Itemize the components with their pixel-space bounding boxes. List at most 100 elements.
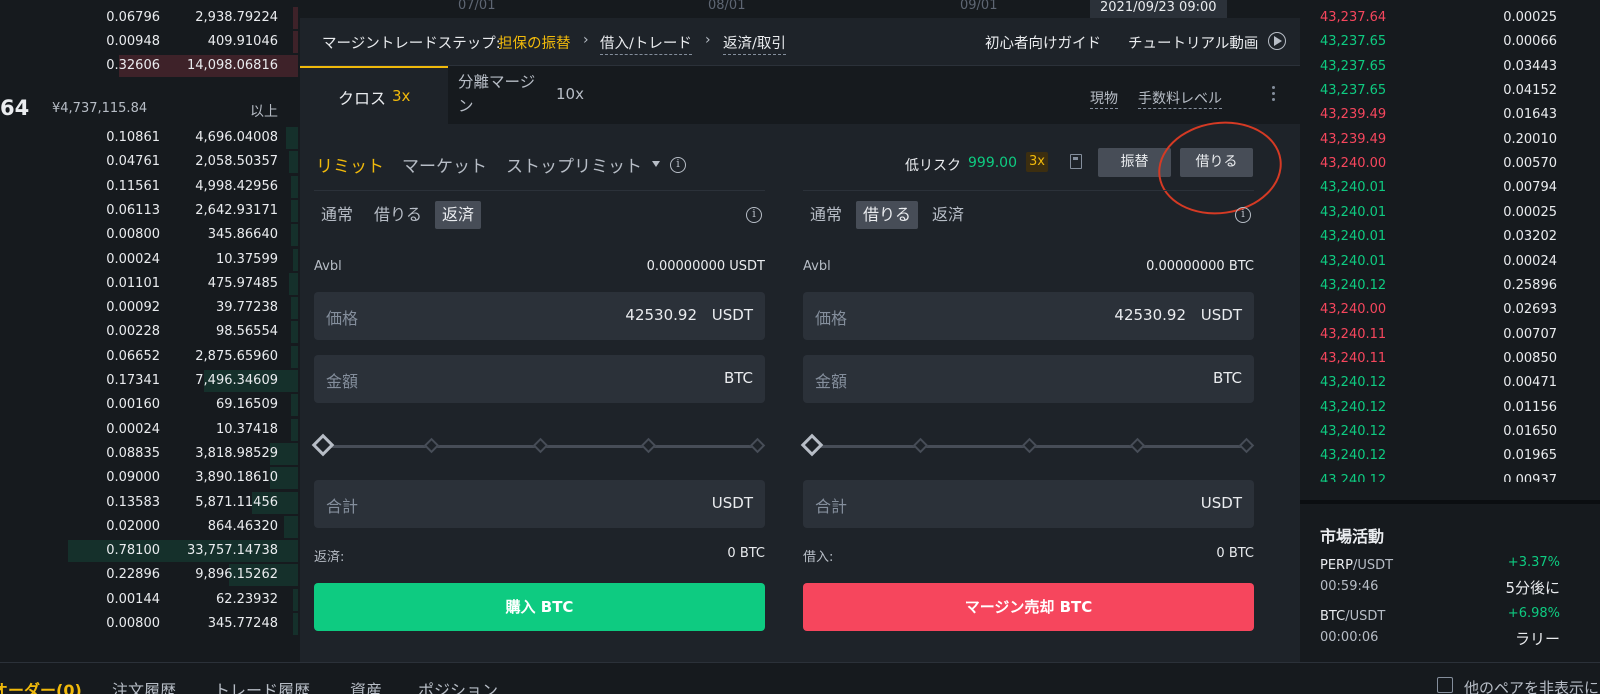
trade-row[interactable]: 43,240.00 0.02693 (1300, 298, 1600, 322)
amount-input[interactable]: 金額 BTC (314, 355, 765, 403)
chevron-down-icon[interactable] (652, 161, 660, 167)
trade-row[interactable]: 43,240.12 0.01156 (1300, 396, 1600, 420)
more-options-icon[interactable] (1272, 86, 1276, 104)
order-book-row[interactable]: 0.32606 14,098.06816 (0, 54, 298, 78)
order-book-mid-price[interactable]: 64 ¥4,737,115.84 以上 (0, 94, 298, 124)
total-input[interactable]: 合計 USDT (314, 480, 765, 528)
more-link[interactable]: 以上 (250, 101, 278, 121)
trade-row[interactable]: 43,240.01 0.00794 (1300, 176, 1600, 200)
trade-row[interactable]: 43,240.12 0.25896 (1300, 274, 1600, 298)
hide-pairs-checkbox[interactable] (1437, 677, 1453, 693)
trade-row[interactable]: 43,240.11 0.00850 (1300, 347, 1600, 371)
calculator-icon[interactable] (1070, 154, 1082, 169)
slider-step[interactable] (912, 437, 929, 454)
step-repay[interactable]: 返済/取引 (723, 32, 786, 55)
trade-row[interactable]: 43,240.12 0.00937 (1300, 469, 1600, 482)
market-activity-item[interactable]: BTC/USDT +6.98% 00:00:06 ラリー (1300, 604, 1600, 654)
amount-slider[interactable] (311, 433, 766, 457)
margin-sell-btc-button[interactable]: マージン売却 BTC (803, 583, 1254, 631)
isolated-leverage[interactable]: 10x (556, 85, 584, 103)
order-book-row[interactable]: 0.10861 4,696.04008 (0, 126, 298, 150)
trade-row[interactable]: 43,240.12 0.01965 (1300, 444, 1600, 468)
trade-row[interactable]: 43,237.65 0.00066 (1300, 30, 1600, 54)
order-book-row[interactable]: 0.00160 69.16509 (0, 393, 298, 417)
order-book-row[interactable]: 0.00948 409.91046 (0, 30, 298, 54)
trade-row[interactable]: 43,240.00 0.00570 (1300, 152, 1600, 176)
order-book-row[interactable]: 0.00800 345.86640 (0, 223, 298, 247)
trade-row[interactable]: 43,237.64 0.00025 (1300, 6, 1600, 30)
trade-row[interactable]: 43,240.01 0.00025 (1300, 201, 1600, 225)
info-icon[interactable] (746, 207, 762, 223)
tab-cross-margin[interactable]: クロス 3x (300, 66, 448, 124)
slider-step[interactable] (1021, 437, 1038, 454)
trade-row[interactable]: 43,240.01 0.00024 (1300, 250, 1600, 274)
order-book-row[interactable]: 0.17341 7,496.34609 (0, 369, 298, 393)
price-input[interactable]: 価格 42530.92 USDT (314, 292, 765, 340)
order-book-row[interactable]: 0.08835 3,818.98529 (0, 442, 298, 466)
order-book-row[interactable]: 0.13583 5,871.11456 (0, 491, 298, 515)
order-book-row[interactable]: 0.01101 475.97485 (0, 272, 298, 296)
buy-tab-borrow[interactable]: 借りる (367, 201, 429, 229)
tab-stop-limit[interactable]: ストップリミット (506, 152, 642, 177)
buy-btc-button[interactable]: 購入 BTC (314, 583, 765, 631)
order-book-row[interactable]: 0.04761 2,058.50357 (0, 150, 298, 174)
order-book-row[interactable]: 0.00800 345.77248 (0, 612, 298, 636)
slider-handle[interactable] (311, 433, 335, 457)
slider-step[interactable] (1238, 437, 1255, 454)
sell-tab-borrow[interactable]: 借りる (856, 201, 919, 229)
buy-tab-repay[interactable]: 返済 (435, 201, 482, 229)
slider-step[interactable] (1129, 437, 1146, 454)
slider-step[interactable] (749, 437, 766, 454)
order-book-row[interactable]: 0.00092 39.77238 (0, 296, 298, 320)
sell-tab-repay[interactable]: 返済 (925, 201, 971, 229)
slider-step[interactable] (640, 437, 657, 454)
trade-row[interactable]: 43,240.12 0.01650 (1300, 420, 1600, 444)
order-book-row[interactable]: 0.00024 10.37599 (0, 248, 298, 272)
price-input[interactable]: 価格 42530.92 USDT (803, 292, 1254, 340)
tab-isolated-margin[interactable]: 分離マージン (458, 70, 548, 118)
trade-row[interactable]: 43,239.49 0.01643 (1300, 103, 1600, 127)
tab-market[interactable]: マーケット (402, 152, 487, 177)
slider-handle[interactable] (800, 433, 824, 457)
hide-pairs-label[interactable]: 他のペアを非表示に (1464, 677, 1599, 694)
amount-input[interactable]: 金額 BTC (803, 355, 1254, 403)
info-icon[interactable] (1235, 207, 1251, 223)
tutorial-video-link[interactable]: チュートリアル動画 (1128, 32, 1258, 53)
leverage-badge[interactable]: 3x (1026, 152, 1048, 172)
order-book-row[interactable]: 0.11561 4,998.42956 (0, 175, 298, 199)
tab-limit[interactable]: リミット (316, 152, 384, 177)
sell-tab-normal[interactable]: 通常 (803, 201, 849, 229)
step-transfer-collateral[interactable]: 担保の振替 (498, 32, 571, 54)
order-book-row[interactable]: 0.00024 10.37418 (0, 418, 298, 442)
play-icon[interactable] (1268, 32, 1286, 50)
order-book-row[interactable]: 0.78100 33,757.14738 (0, 539, 298, 563)
fee-level-link[interactable]: 手数料レベル (1138, 88, 1222, 109)
tab-order-history[interactable]: 注文履歴 (112, 677, 176, 694)
slider-step[interactable] (423, 437, 440, 454)
order-book-row[interactable]: 0.00144 62.23932 (0, 588, 298, 612)
market-activity-item[interactable]: PERP/USDT +3.37% 00:59:46 5分後に (1300, 553, 1600, 603)
tab-assets[interactable]: 資産 (350, 677, 382, 694)
beginner-guide-link[interactable]: 初心者向けガイド (985, 32, 1101, 53)
tab-positions[interactable]: ポジション (418, 677, 498, 694)
trade-row[interactable]: 43,240.11 0.00707 (1300, 323, 1600, 347)
order-book-row[interactable]: 0.00228 98.56554 (0, 320, 298, 344)
buy-tab-normal[interactable]: 通常 (314, 201, 360, 229)
info-icon[interactable] (670, 157, 686, 173)
tab-open-orders[interactable]: オーダー(0) (0, 677, 82, 694)
trade-row[interactable]: 43,240.12 0.00471 (1300, 371, 1600, 395)
order-book-row[interactable]: 0.06796 2,938.79224 (0, 6, 298, 30)
order-book-row[interactable]: 0.06113 2,642.93171 (0, 199, 298, 223)
trade-row[interactable]: 43,237.65 0.04152 (1300, 79, 1600, 103)
trade-row[interactable]: 43,240.01 0.03202 (1300, 225, 1600, 249)
order-book-row[interactable]: 0.22896 9,896.15262 (0, 563, 298, 587)
order-book-row[interactable]: 0.06652 2,875.65960 (0, 345, 298, 369)
order-book-row[interactable]: 0.09000 3,890.18610 (0, 466, 298, 490)
trade-row[interactable]: 43,239.49 0.20010 (1300, 128, 1600, 152)
order-book-row[interactable]: 0.02000 864.46320 (0, 515, 298, 539)
tab-trade-history[interactable]: トレード履歴 (214, 677, 310, 694)
step-borrow-trade[interactable]: 借入/トレード (600, 32, 692, 55)
amount-slider[interactable] (800, 433, 1255, 457)
slider-step[interactable] (532, 437, 549, 454)
trade-row[interactable]: 43,237.65 0.03443 (1300, 55, 1600, 79)
